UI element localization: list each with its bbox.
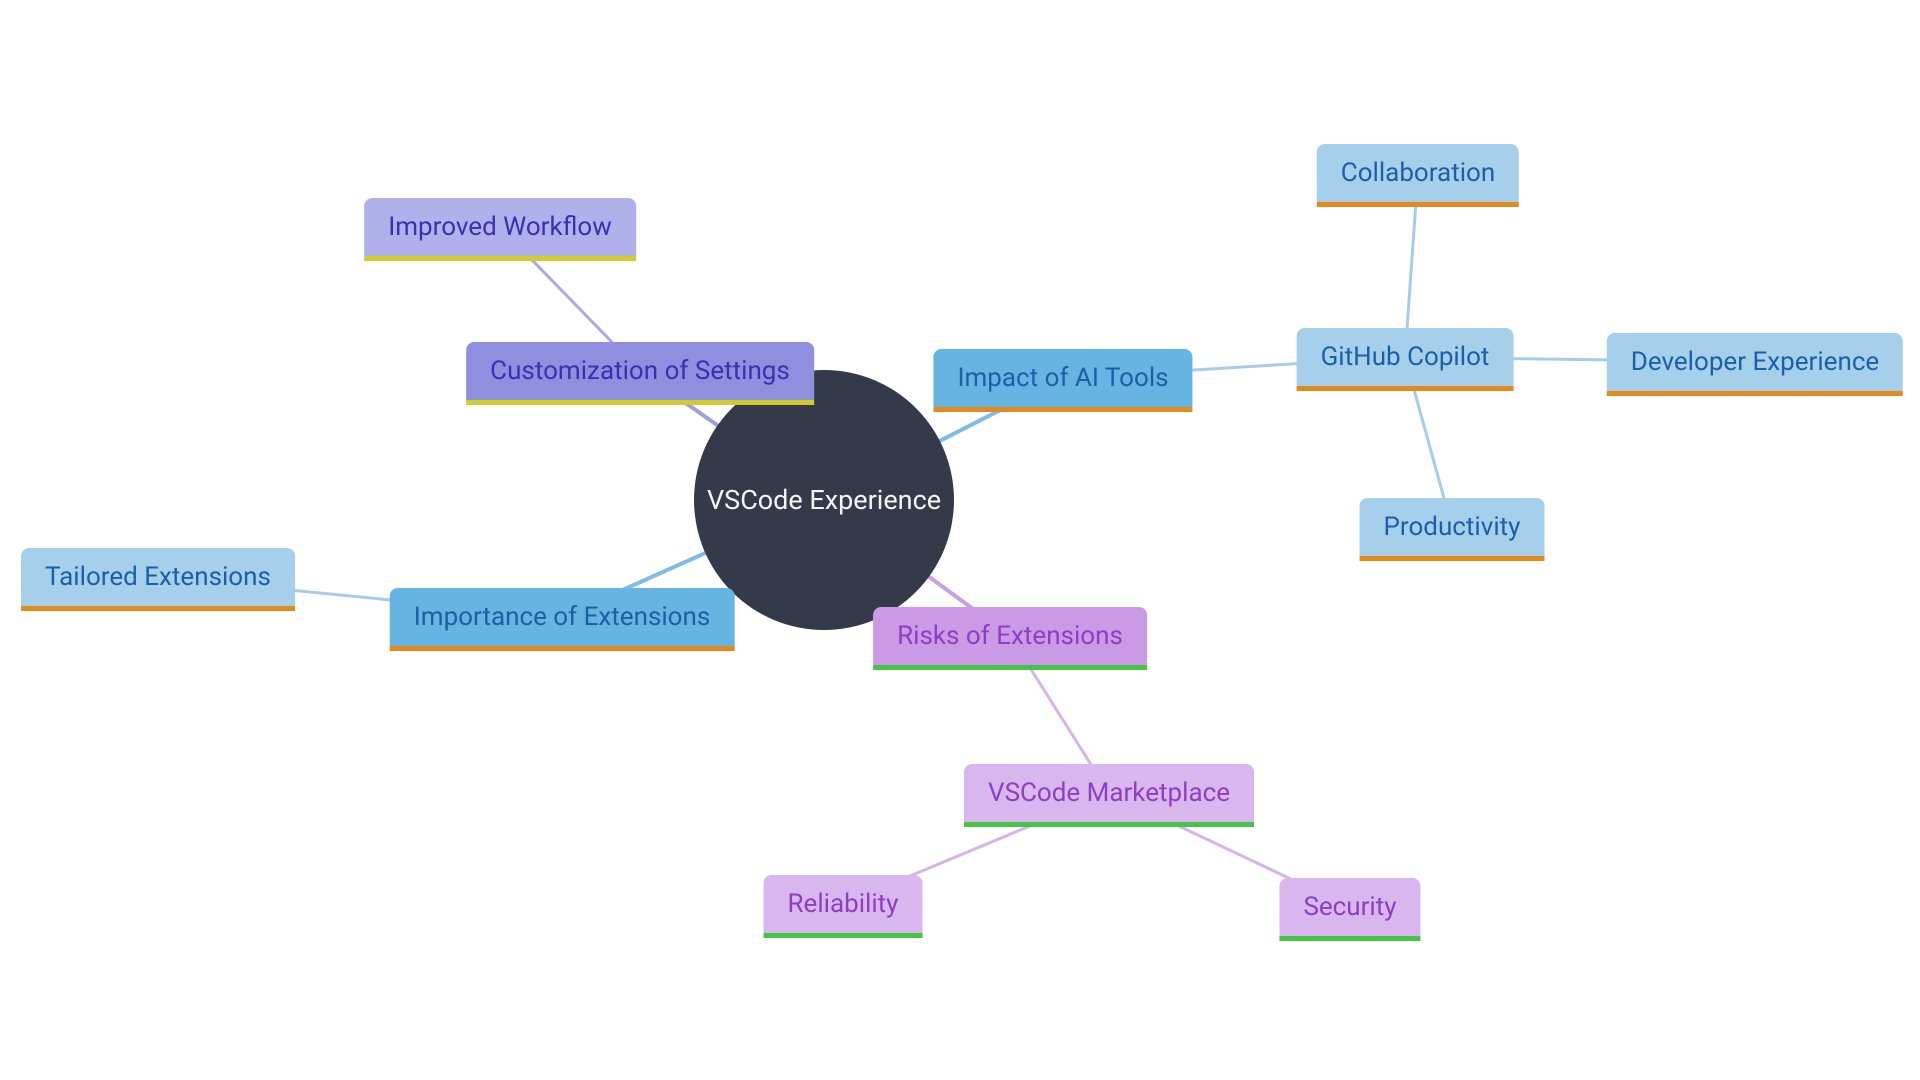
node-underline (1607, 391, 1903, 396)
node-label: Tailored Extensions (45, 562, 271, 592)
node-tailored-extensions[interactable]: Tailored Extensions (21, 548, 295, 606)
node-label: Collaboration (1341, 158, 1495, 188)
node-label: VSCode Marketplace (988, 778, 1230, 808)
node-underline (873, 665, 1147, 670)
node-underline (964, 822, 1254, 827)
node-risks-extensions[interactable]: Risks of Extensions (873, 607, 1147, 665)
node-label: Improved Workflow (388, 212, 612, 242)
node-label: GitHub Copilot (1321, 342, 1490, 372)
node-label: Security (1303, 892, 1396, 922)
node-impact-ai-tools[interactable]: Impact of AI Tools (933, 349, 1192, 407)
node-reliability[interactable]: Reliability (764, 875, 923, 933)
node-underline (466, 400, 814, 405)
node-underline (933, 407, 1192, 412)
node-underline (390, 646, 735, 651)
node-developer-experience[interactable]: Developer Experience (1607, 333, 1903, 391)
node-productivity[interactable]: Productivity (1360, 498, 1545, 556)
node-label: Developer Experience (1631, 347, 1879, 377)
edge-layer (0, 0, 1920, 1080)
node-underline (21, 606, 295, 611)
node-customization[interactable]: Customization of Settings (466, 342, 814, 400)
center-label: VSCode Experience (707, 484, 941, 516)
node-underline (764, 933, 923, 938)
node-collaboration[interactable]: Collaboration (1317, 144, 1519, 202)
node-label: Reliability (788, 889, 899, 919)
node-importance-extensions[interactable]: Importance of Extensions (390, 588, 735, 646)
node-label: Importance of Extensions (414, 602, 711, 632)
node-underline (364, 256, 636, 261)
node-label: Risks of Extensions (897, 621, 1123, 651)
node-vscode-marketplace[interactable]: VSCode Marketplace (964, 764, 1254, 822)
node-improved-workflow[interactable]: Improved Workflow (364, 198, 636, 256)
node-label: Impact of AI Tools (957, 363, 1168, 393)
node-security[interactable]: Security (1279, 878, 1420, 936)
node-label: Customization of Settings (490, 356, 790, 386)
node-underline (1317, 202, 1519, 207)
node-github-copilot[interactable]: GitHub Copilot (1297, 328, 1514, 386)
mindmap-canvas: VSCode Experience Customization of Setti… (0, 0, 1920, 1080)
node-underline (1279, 936, 1420, 941)
node-underline (1297, 386, 1514, 391)
node-underline (1360, 556, 1545, 561)
node-label: Productivity (1384, 512, 1521, 542)
